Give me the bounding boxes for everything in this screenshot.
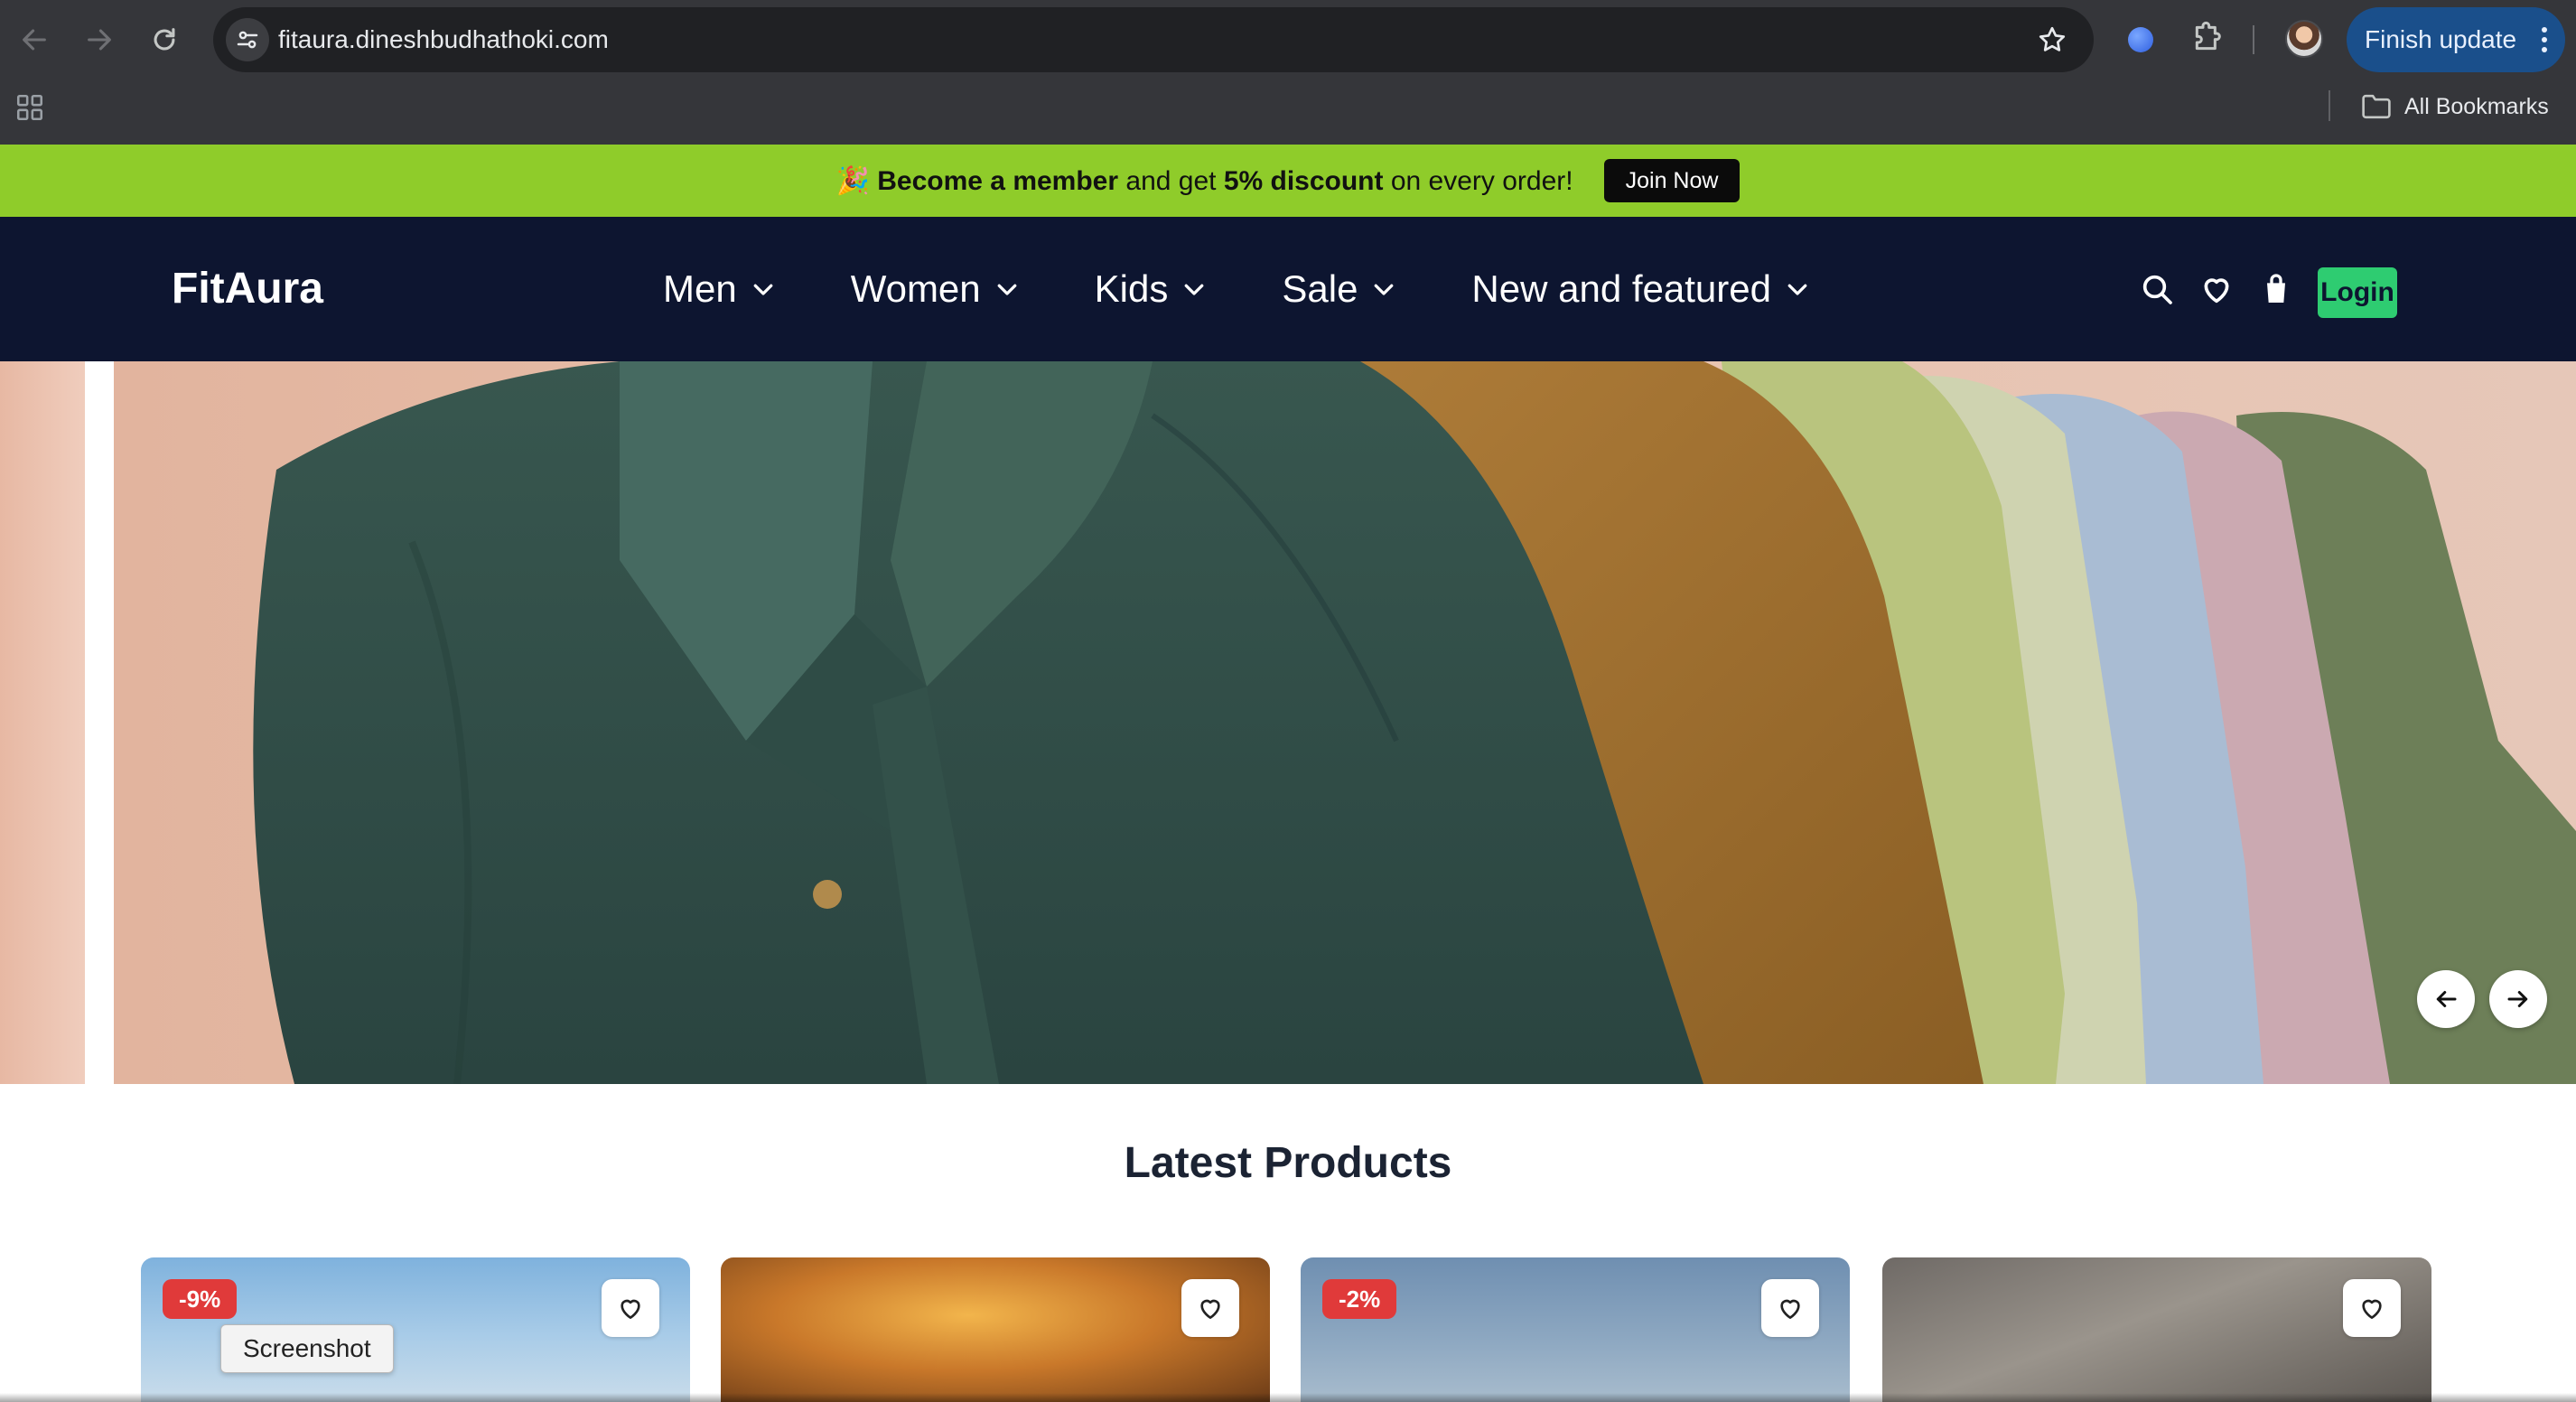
add-to-wishlist-button[interactable] [2343, 1279, 2401, 1337]
carousel-prev-button[interactable] [2417, 970, 2475, 1028]
heart-icon [1780, 1299, 1800, 1319]
latest-products-heading: Latest Products [1124, 1139, 1452, 1187]
chevron-down-icon [1787, 284, 1807, 295]
heart-icon [1200, 1299, 1220, 1319]
add-to-wishlist-button[interactable] [602, 1279, 659, 1337]
chevron-down-icon [1375, 284, 1394, 295]
arrow-left-icon [2436, 991, 2457, 1007]
main-nav: Men Women Kids Sale New and featured [663, 217, 1885, 361]
url-text[interactable]: fitaura.dineshbudhathoki.com [278, 7, 609, 72]
nav-label: New and featured [1471, 267, 1771, 310]
finish-update-button[interactable]: Finish update [2347, 7, 2565, 72]
site-info-icon [237, 31, 258, 49]
nav-label: Sale [1282, 267, 1358, 310]
site-header: FitAura Men Women Kids Sale New and feat… [0, 217, 2576, 361]
promo-banner: 🎉 Become a member and get 5% discount on… [0, 145, 2576, 217]
nav-item-women[interactable]: Women [851, 267, 1021, 311]
discount-badge: -9% [163, 1279, 238, 1319]
forward-icon [88, 29, 111, 51]
heart-icon [2362, 1299, 2382, 1319]
promo-membership: Become a member [877, 165, 1119, 196]
site-logo[interactable]: FitAura [172, 217, 323, 361]
reload-icon [154, 28, 175, 51]
toolbar-divider [2253, 25, 2254, 54]
login-button[interactable]: Login [2318, 267, 2397, 318]
product-card[interactable]: -2% [1301, 1257, 1850, 1402]
all-bookmarks-button[interactable]: All Bookmarks [2361, 89, 2549, 125]
screenshot-tooltip: Screenshot [220, 1324, 394, 1373]
finish-update-label: Finish update [2365, 25, 2517, 53]
arrow-right-icon [2507, 991, 2528, 1007]
reload-button[interactable] [141, 16, 188, 63]
heart-icon [621, 1299, 640, 1319]
menu-kebab-icon [2542, 27, 2547, 52]
extension-icon[interactable] [2128, 27, 2153, 52]
hero-image-shirts-on-rack [114, 361, 2576, 1084]
wishlist-heart-icon[interactable] [2198, 271, 2235, 307]
puzzle-icon[interactable] [2189, 20, 2226, 56]
carousel-next-button[interactable] [2489, 970, 2547, 1028]
search-icon[interactable] [2139, 271, 2175, 307]
hero-previous-slide-edge [0, 361, 85, 1084]
add-to-wishlist-button[interactable] [1181, 1279, 1239, 1337]
nav-item-sale[interactable]: Sale [1282, 267, 1397, 311]
add-to-wishlist-button[interactable] [1761, 1279, 1819, 1337]
shopping-bag-icon[interactable] [2258, 271, 2294, 307]
hero-carousel [0, 361, 2576, 1084]
promo-text: 🎉 Become a member and get 5% discount on… [836, 165, 1573, 197]
folder-icon [2362, 94, 2391, 119]
chevron-down-icon [753, 284, 773, 295]
chevron-down-icon [997, 284, 1017, 295]
window-bottom-edge [0, 1393, 2576, 1402]
bookmarks-divider [2329, 90, 2330, 121]
browser-chrome: fitaura.dineshbudhathoki.com Finish upda… [0, 0, 2576, 145]
address-bar[interactable]: fitaura.dineshbudhathoki.com [213, 7, 2094, 72]
back-button[interactable] [11, 16, 58, 63]
back-icon [23, 29, 46, 51]
product-card[interactable] [1882, 1257, 2431, 1402]
nav-item-new-and-featured[interactable]: New and featured [1471, 267, 1811, 311]
hero-slide-gap [85, 361, 114, 1084]
nav-item-kids[interactable]: Kids [1095, 267, 1209, 311]
promo-text-1: and get [1118, 165, 1224, 196]
nav-item-men[interactable]: Men [663, 267, 777, 311]
promo-discount: 5% discount [1223, 165, 1384, 196]
nav-label: Kids [1094, 267, 1169, 310]
profile-avatar[interactable] [2285, 20, 2323, 58]
party-emoji: 🎉 [835, 165, 870, 196]
promo-text-2: on every order! [1383, 165, 1573, 196]
all-bookmarks-label: All Bookmarks [2404, 93, 2549, 119]
join-now-button[interactable]: Join Now [1603, 159, 1741, 202]
nav-label: Women [850, 267, 981, 310]
bookmark-star-icon[interactable] [2036, 23, 2068, 56]
product-card[interactable] [721, 1257, 1270, 1402]
forward-button[interactable] [76, 16, 123, 63]
apps-grid-icon[interactable] [14, 92, 45, 123]
nav-label: Men [663, 267, 737, 310]
chevron-down-icon [1184, 284, 1204, 295]
site-info-button[interactable] [226, 18, 269, 61]
discount-badge: -2% [1322, 1279, 1397, 1319]
